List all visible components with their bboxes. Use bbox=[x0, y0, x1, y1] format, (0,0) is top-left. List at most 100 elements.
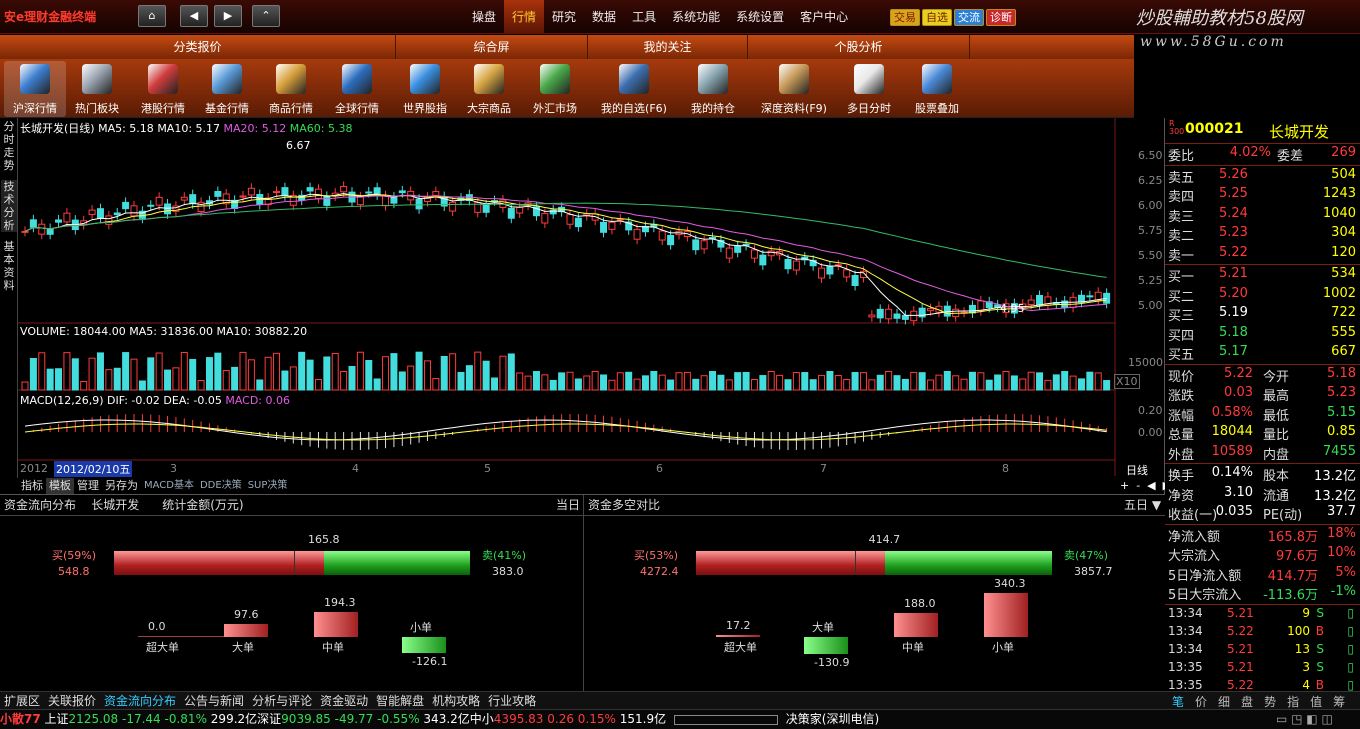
ask-row-1[interactable]: 卖四 5.25 1243 bbox=[1165, 186, 1360, 206]
bid-row-3[interactable]: 买四 5.18 555 bbox=[1165, 325, 1360, 345]
macd-title: MACD(12,26,9) bbox=[20, 394, 104, 407]
top-button-0[interactable]: 交易 bbox=[890, 9, 920, 26]
ask-row-3[interactable]: 卖二 5.23 304 bbox=[1165, 225, 1360, 245]
indicator-tab-5[interactable]: DDE决策 bbox=[197, 478, 245, 494]
quote-tab-0[interactable]: 笔 bbox=[1172, 693, 1184, 710]
period-selector[interactable]: 日线 bbox=[1126, 462, 1148, 478]
sz-value: 9039.85 bbox=[281, 712, 331, 726]
quote-tab-2[interactable]: 细 bbox=[1218, 693, 1230, 710]
quote-tab-3[interactable]: 盘 bbox=[1241, 693, 1253, 710]
category-composite[interactable]: 综合屏 bbox=[396, 35, 588, 59]
indicator-tab-6[interactable]: SUP决策 bbox=[245, 478, 291, 494]
extension-tabs: 扩展区 关联报价 资金流向分布 公告与新闻 分析与评论 资金驱动 智能解盘 机构攻略 行业攻略 bbox=[0, 691, 1360, 709]
menu-item-0[interactable]: 操盘 bbox=[464, 0, 504, 34]
toolbar-calendar[interactable]: 多日分时 bbox=[838, 61, 900, 117]
tick-row: 13:34 5.21 9 S ▯ bbox=[1165, 606, 1360, 626]
ext-tab-3[interactable]: 公告与新闻 bbox=[180, 692, 248, 709]
toolbar-chart-window[interactable]: 沪深行情 bbox=[4, 61, 66, 117]
toolbar-hk-chart[interactable]: 港股行情 bbox=[132, 61, 194, 117]
volume-bar bbox=[1069, 375, 1077, 391]
quote-tab-4[interactable]: 势 bbox=[1264, 693, 1276, 710]
volume-bar bbox=[600, 374, 608, 391]
zoom-controls[interactable]: + - ◀ ▶ bbox=[1120, 479, 1171, 492]
bid-row-0[interactable]: 买一 5.21 534 bbox=[1165, 266, 1360, 286]
forward-button[interactable]: ▶ bbox=[214, 5, 242, 27]
category-my-focus[interactable]: 我的关注 bbox=[588, 35, 748, 59]
category-stock-analysis[interactable]: 个股分析 bbox=[748, 35, 970, 59]
menu-item-1[interactable]: 行情 bbox=[504, 0, 545, 34]
menu-item-5[interactable]: 系统功能 bbox=[664, 0, 728, 34]
tick-scroll-arrow-icon: ▯ bbox=[1347, 641, 1354, 656]
indicator-tab-0[interactable]: 指标 bbox=[18, 478, 46, 494]
volume-bar bbox=[348, 366, 356, 391]
toolbar-commodity-chart[interactable]: 商品行情 bbox=[260, 61, 322, 117]
document-icon bbox=[779, 64, 809, 94]
menu-item-6[interactable]: 系统设置 bbox=[728, 0, 792, 34]
menu-item-4[interactable]: 工具 bbox=[624, 0, 664, 34]
ask-row-2[interactable]: 卖三 5.24 1040 bbox=[1165, 206, 1360, 226]
indicator-tab-2[interactable]: 管理 bbox=[74, 478, 102, 494]
ask-row-4[interactable]: 卖一 5.22 120 bbox=[1165, 245, 1360, 265]
top-button-1[interactable]: 自选 bbox=[922, 9, 952, 26]
toolbar-globe[interactable]: 全球行情 bbox=[326, 61, 388, 117]
ext-tab-2[interactable]: 资金流向分布 bbox=[100, 692, 180, 709]
home-button[interactable]: ⌂ bbox=[138, 5, 166, 27]
tick-time: 13:34 bbox=[1168, 623, 1203, 638]
volume-bar bbox=[474, 351, 482, 391]
ext-tab-7[interactable]: 机构攻略 bbox=[428, 692, 484, 709]
quote-tab-1[interactable]: 价 bbox=[1195, 693, 1207, 710]
candle-body bbox=[323, 195, 331, 206]
ask-row-0[interactable]: 卖五 5.26 504 bbox=[1165, 167, 1360, 187]
system-tray-icons[interactable]: ▭ ◳ ◧ ◫ bbox=[1276, 710, 1333, 729]
top-button-2[interactable]: 交流 bbox=[954, 9, 984, 26]
quote-tab-5[interactable]: 指 bbox=[1287, 693, 1299, 710]
kline-chart-svg[interactable] bbox=[0, 118, 1165, 494]
menu-item-3[interactable]: 数据 bbox=[584, 0, 624, 34]
volume-bar bbox=[767, 371, 775, 391]
toolbar-world-index[interactable]: 世界股指 bbox=[394, 61, 456, 117]
indicator-tab-3[interactable]: 另存为 bbox=[102, 478, 141, 494]
toolbar-document[interactable]: 深度资料(F9) bbox=[754, 61, 834, 117]
quote-tab-7[interactable]: 筹 bbox=[1333, 693, 1345, 710]
category-quotes[interactable]: 分类报价 bbox=[0, 35, 396, 59]
ext-tab-0[interactable]: 扩展区 bbox=[0, 692, 44, 709]
toolbar-user-watchlist[interactable]: 我的自选(F6) bbox=[594, 61, 674, 117]
ext-tab-8[interactable]: 行业攻略 bbox=[484, 692, 540, 709]
toolbar-tornado[interactable]: 热门板块 bbox=[66, 61, 128, 117]
ext-tab-1[interactable]: 关联报价 bbox=[44, 692, 100, 709]
kline-ma20: MA20: 5.12 bbox=[223, 122, 287, 135]
menu-item-2[interactable]: 研究 bbox=[544, 0, 584, 34]
toolbar-fund-chart[interactable]: 基金行情 bbox=[196, 61, 258, 117]
tab-technical[interactable]: 技术分析 bbox=[1, 180, 17, 232]
bid-row-2[interactable]: 买三 5.19 722 bbox=[1165, 305, 1360, 325]
indicator-tab-1[interactable]: 模板 bbox=[46, 478, 74, 494]
volume-bar bbox=[423, 360, 431, 391]
ask-price: 5.26 bbox=[1219, 166, 1248, 182]
bid-row-4[interactable]: 买五 5.17 667 bbox=[1165, 344, 1360, 364]
volume-bar bbox=[55, 368, 63, 391]
volume-bar bbox=[818, 374, 826, 391]
quote-tab-6[interactable]: 值 bbox=[1310, 693, 1322, 710]
candle-body bbox=[843, 269, 851, 278]
toolbar-forex[interactable]: 外汇市场 bbox=[524, 61, 586, 117]
toolbar-overlay-window[interactable]: 股票叠加 bbox=[906, 61, 968, 117]
collapse-button[interactable]: ⌃ bbox=[252, 5, 280, 27]
toolbar-bulk-goods[interactable]: 大宗商品 bbox=[458, 61, 520, 117]
fund-left-period[interactable]: 当日 bbox=[556, 495, 580, 515]
menu-item-7[interactable]: 客户中心 bbox=[792, 0, 856, 34]
back-button[interactable]: ◀ bbox=[180, 5, 208, 27]
candle-body bbox=[725, 247, 733, 259]
tab-fundamentals[interactable]: 基本资料 bbox=[1, 240, 17, 292]
fund-right-period[interactable]: 五日 ▼ bbox=[1124, 495, 1161, 515]
indicator-tab-4[interactable]: MACD基本 bbox=[141, 478, 197, 494]
fund_left-net-value: 165.8 bbox=[308, 533, 340, 546]
volume-bar bbox=[340, 371, 348, 391]
ext-tab-4[interactable]: 分析与评论 bbox=[248, 692, 316, 709]
top-button-3[interactable]: 诊断 bbox=[986, 9, 1016, 26]
volume-bar bbox=[608, 379, 616, 391]
bid-row-1[interactable]: 买二 5.20 1002 bbox=[1165, 286, 1360, 306]
ext-tab-6[interactable]: 智能解盘 bbox=[372, 692, 428, 709]
tab-intraday[interactable]: 分时走势 bbox=[1, 120, 17, 172]
toolbar-holdings[interactable]: 我的持仓 bbox=[682, 61, 744, 117]
ext-tab-5[interactable]: 资金驱动 bbox=[316, 692, 372, 709]
